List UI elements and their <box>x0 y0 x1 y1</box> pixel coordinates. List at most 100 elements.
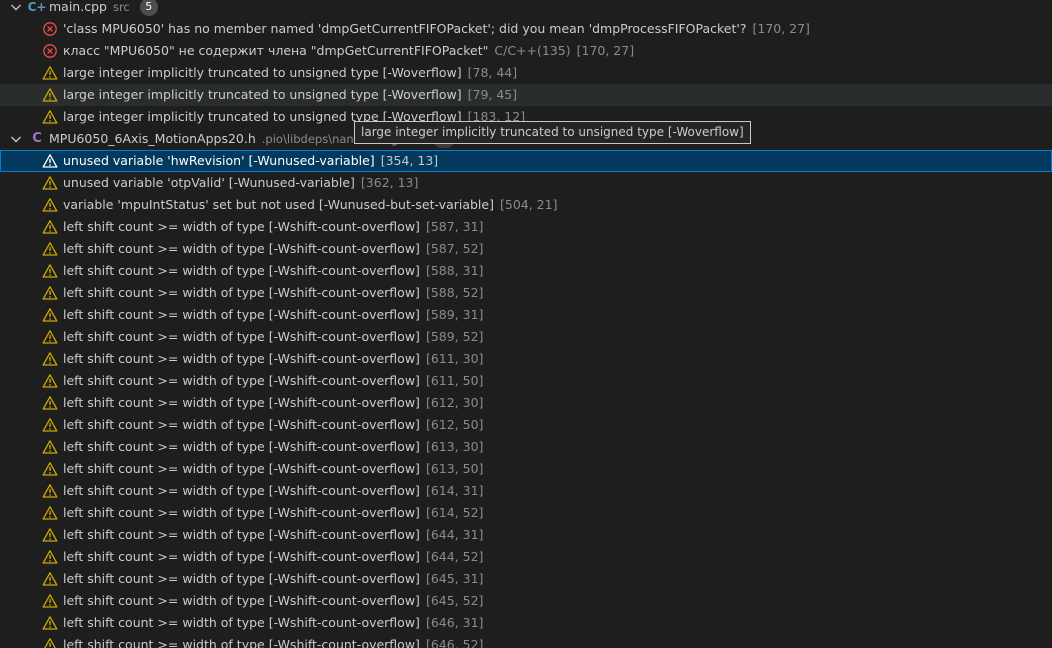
warning-icon <box>42 593 58 609</box>
warning-icon <box>42 285 58 301</box>
problem-location: [613, 30] <box>425 439 484 454</box>
problem-location: [644, 31] <box>425 527 484 542</box>
problem-message: left shift count >= width of type [-Wshi… <box>63 395 420 410</box>
warning-icon <box>42 219 58 235</box>
problem-message: left shift count >= width of type [-Wshi… <box>63 593 420 608</box>
problem-row[interactable]: unused variable 'hwRevision' [-Wunused-v… <box>0 150 1052 172</box>
problem-location: [170, 27] <box>576 43 635 58</box>
problem-location: [587, 52] <box>425 241 484 256</box>
problem-row[interactable]: unused variable 'otpValid' [-Wunused-var… <box>0 172 1052 194</box>
problem-row[interactable]: left shift count >= width of type [-Wshi… <box>0 634 1052 648</box>
problem-row[interactable]: large integer implicitly truncated to un… <box>0 84 1052 106</box>
problem-row[interactable]: left shift count >= width of type [-Wshi… <box>0 590 1052 612</box>
problem-message: left shift count >= width of type [-Wshi… <box>63 285 420 300</box>
problem-location: [588, 31] <box>425 263 484 278</box>
problem-row[interactable]: large integer implicitly truncated to un… <box>0 62 1052 84</box>
problem-row[interactable]: left shift count >= width of type [-Wshi… <box>0 348 1052 370</box>
file-name: main.cpp <box>49 0 107 14</box>
file-group-header[interactable]: C+ main.cpp src 5 <box>0 0 1052 18</box>
problem-location: [612, 30] <box>425 395 484 410</box>
problem-message: left shift count >= width of type [-Wshi… <box>63 241 420 256</box>
warning-icon <box>42 439 58 455</box>
warning-icon <box>42 549 58 565</box>
problem-row[interactable]: left shift count >= width of type [-Wshi… <box>0 392 1052 414</box>
problem-location: [354, 13] <box>380 153 439 168</box>
warning-icon <box>42 417 58 433</box>
chevron-down-icon[interactable] <box>8 0 24 15</box>
problem-row[interactable]: left shift count >= width of type [-Wshi… <box>0 304 1052 326</box>
problem-row[interactable]: left shift count >= width of type [-Wshi… <box>0 568 1052 590</box>
warning-icon <box>42 153 58 169</box>
problem-location: [613, 50] <box>425 461 484 476</box>
warning-icon <box>42 373 58 389</box>
warning-icon <box>42 263 58 279</box>
problem-location: [646, 52] <box>425 637 484 648</box>
problem-location: [644, 52] <box>425 549 484 564</box>
warning-icon <box>42 307 58 323</box>
problem-message: left shift count >= width of type [-Wshi… <box>63 549 420 564</box>
warning-icon <box>42 351 58 367</box>
warning-icon <box>42 483 58 499</box>
problem-row[interactable]: left shift count >= width of type [-Wshi… <box>0 370 1052 392</box>
warning-icon <box>42 527 58 543</box>
warning-icon <box>42 571 58 587</box>
chevron-down-icon[interactable] <box>8 131 24 147</box>
problem-source: C/C++(135) <box>494 43 571 58</box>
problem-row[interactable]: left shift count >= width of type [-Wshi… <box>0 260 1052 282</box>
problem-message: left shift count >= width of type [-Wshi… <box>63 263 420 278</box>
problem-row[interactable]: left shift count >= width of type [-Wshi… <box>0 524 1052 546</box>
problem-row[interactable]: left shift count >= width of type [-Wshi… <box>0 326 1052 348</box>
problem-location: [504, 21] <box>499 197 558 212</box>
file-name: MPU6050_6Axis_MotionApps20.h <box>49 131 256 146</box>
problem-message: left shift count >= width of type [-Wshi… <box>63 373 420 388</box>
problem-location: [78, 44] <box>467 65 518 80</box>
problem-row[interactable]: left shift count >= width of type [-Wshi… <box>0 502 1052 524</box>
problem-location: [614, 52] <box>425 505 484 520</box>
problem-message: left shift count >= width of type [-Wshi… <box>63 351 420 366</box>
warning-icon <box>42 329 58 345</box>
problem-count-badge: 5 <box>139 0 158 16</box>
problem-location: [589, 52] <box>425 329 484 344</box>
problem-row[interactable]: left shift count >= width of type [-Wshi… <box>0 238 1052 260</box>
problems-panel: C+ main.cpp src 5 'class MPU6050' has no mem… <box>0 0 1052 648</box>
problem-message: unused variable 'otpValid' [-Wunused-var… <box>63 175 355 190</box>
warning-icon <box>42 175 58 191</box>
problem-row[interactable]: variable 'mpuIntStatus' set but not used… <box>0 194 1052 216</box>
problem-message: left shift count >= width of type [-Wshi… <box>63 439 420 454</box>
warning-icon <box>42 241 58 257</box>
problem-location: [170, 27] <box>752 21 810 36</box>
problem-message: left shift count >= width of type [-Wshi… <box>63 505 420 520</box>
error-icon <box>42 21 58 37</box>
problem-message: 'class MPU6050' has no member named 'dmp… <box>63 21 747 36</box>
problem-message: left shift count >= width of type [-Wshi… <box>63 329 420 344</box>
problem-message: left shift count >= width of type [-Wshi… <box>63 637 420 648</box>
warning-icon <box>42 65 58 81</box>
problem-location: [645, 31] <box>425 571 484 586</box>
problem-row[interactable]: left shift count >= width of type [-Wshi… <box>0 436 1052 458</box>
problem-row[interactable]: left shift count >= width of type [-Wshi… <box>0 612 1052 634</box>
problem-row[interactable]: 'class MPU6050' has no member named 'dmp… <box>0 18 1052 40</box>
h-file-icon: C <box>32 131 42 146</box>
error-icon <box>42 43 58 59</box>
problem-message: left shift count >= width of type [-Wshi… <box>63 307 420 322</box>
problem-location: [589, 31] <box>425 307 484 322</box>
warning-icon <box>42 461 58 477</box>
problem-location: [79, 45] <box>467 87 518 102</box>
problem-message: large integer implicitly truncated to un… <box>63 87 462 102</box>
file-path: src <box>112 0 130 14</box>
problem-message: unused variable 'hwRevision' [-Wunused-v… <box>63 153 375 168</box>
problem-row[interactable]: left shift count >= width of type [-Wshi… <box>0 546 1052 568</box>
problem-row[interactable]: left shift count >= width of type [-Wshi… <box>0 458 1052 480</box>
problem-location: [362, 13] <box>360 175 419 190</box>
problem-row[interactable]: left shift count >= width of type [-Wshi… <box>0 282 1052 304</box>
problem-location: [645, 52] <box>425 593 484 608</box>
problem-message: класс "MPU6050" не содержит члена "dmpGe… <box>63 43 489 58</box>
problem-location: [612, 50] <box>425 417 484 432</box>
problem-row[interactable]: класс "MPU6050" не содержит члена "dmpGe… <box>0 40 1052 62</box>
problem-row[interactable]: left shift count >= width of type [-Wshi… <box>0 216 1052 238</box>
problem-location: [588, 52] <box>425 285 484 300</box>
problem-row[interactable]: left shift count >= width of type [-Wshi… <box>0 480 1052 502</box>
problem-message: variable 'mpuIntStatus' set but not used… <box>63 197 494 212</box>
problem-row[interactable]: left shift count >= width of type [-Wshi… <box>0 414 1052 436</box>
warning-icon <box>42 395 58 411</box>
